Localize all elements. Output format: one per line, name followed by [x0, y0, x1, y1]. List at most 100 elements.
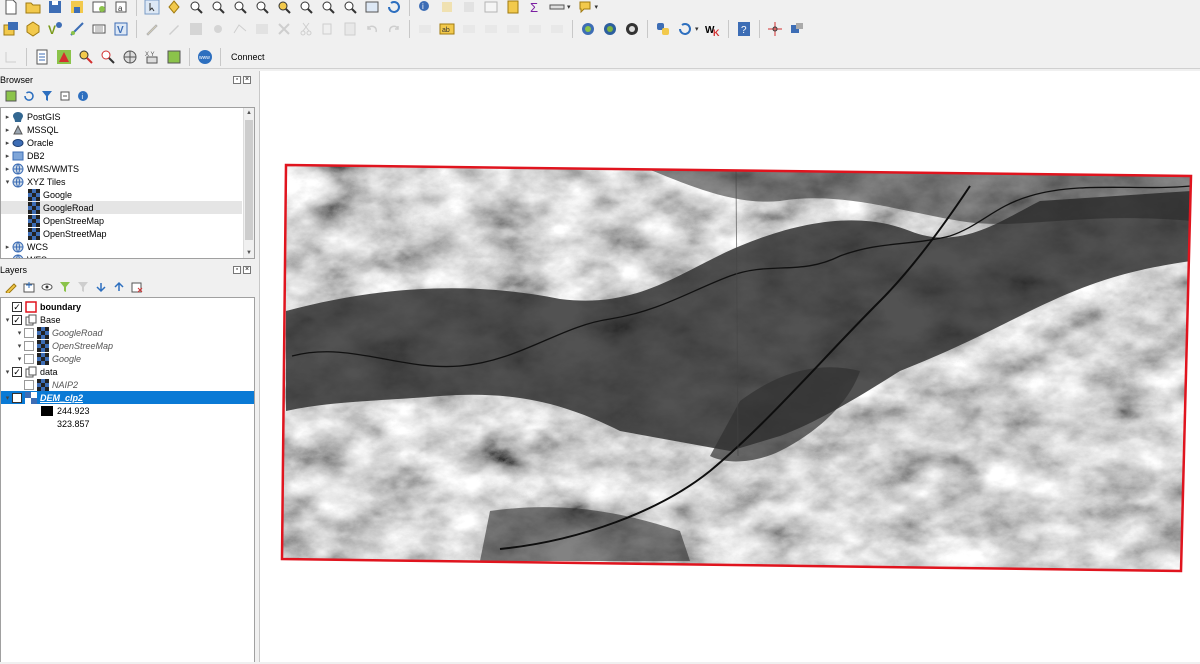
browser-item[interactable]: ▸ Oracle: [1, 136, 242, 149]
zoom-selection-icon[interactable]: [275, 0, 293, 16]
layer-visibility-checkbox[interactable]: ✓: [12, 392, 22, 403]
redo-icon[interactable]: [385, 20, 403, 38]
expand-arrow-icon[interactable]: ▸: [3, 139, 12, 147]
pan-to-selection-icon[interactable]: [165, 0, 183, 16]
new-geopackage-icon[interactable]: [24, 20, 42, 38]
browser-item[interactable]: ▸ PostGIS: [1, 110, 242, 123]
zoom-out-icon[interactable]: [209, 0, 227, 16]
coordinate-capture-icon[interactable]: [788, 20, 806, 38]
pan-map-icon[interactable]: [143, 0, 161, 16]
expand-all-icon[interactable]: [94, 280, 108, 294]
layer-item[interactable]: ▾ GoogleRoad: [1, 326, 254, 339]
filter-icon[interactable]: [40, 89, 54, 103]
map-canvas[interactable]: [259, 71, 1200, 662]
open-project-icon[interactable]: [24, 0, 42, 16]
expand-arrow-icon[interactable]: ▸: [3, 165, 12, 173]
undo-icon[interactable]: [363, 20, 381, 38]
add-vector-layer-icon[interactable]: [55, 48, 73, 66]
layout-manager-icon[interactable]: a: [112, 0, 130, 16]
deselect-icon[interactable]: [460, 0, 478, 16]
select-features-icon[interactable]: [438, 0, 456, 16]
layer-item[interactable]: NAIP2: [1, 378, 254, 391]
layer-item[interactable]: ▾ ✓ DEM_clp2: [1, 391, 254, 404]
browser-item[interactable]: OpenStreetMap: [1, 227, 242, 240]
expand-arrow-icon[interactable]: ▸: [3, 256, 12, 259]
browser-item[interactable]: ▸ WFS: [1, 253, 242, 259]
xy-tool-icon[interactable]: X Y: [143, 48, 161, 66]
connect-button[interactable]: Connect: [231, 52, 265, 62]
measure-icon[interactable]: [548, 0, 566, 16]
web-search-icon[interactable]: [601, 20, 619, 38]
close-panel-icon[interactable]: ×: [243, 76, 251, 84]
zoom-layer-icon[interactable]: [297, 0, 315, 16]
layer-visibility-checkbox[interactable]: ✓: [12, 301, 22, 312]
highlight-labels-icon[interactable]: [482, 20, 500, 38]
delete-selected-icon[interactable]: [275, 20, 293, 38]
refresh-icon[interactable]: [385, 0, 403, 16]
field-calculator-icon[interactable]: [504, 0, 522, 16]
paste-features-icon[interactable]: [341, 20, 359, 38]
move-label-icon[interactable]: [504, 20, 522, 38]
copy-features-icon[interactable]: [319, 20, 337, 38]
refresh-icon[interactable]: [22, 89, 36, 103]
expand-arrow-icon[interactable]: ▸: [3, 152, 12, 160]
attribute-table-icon[interactable]: [482, 0, 500, 16]
temporary-layer-icon[interactable]: V: [112, 20, 130, 38]
metasearch-icon[interactable]: [579, 20, 597, 38]
digitize-shape-icon[interactable]: [2, 48, 20, 66]
browser-item[interactable]: ▸ WMS/WMTS: [1, 162, 242, 175]
map-tips-icon[interactable]: [576, 0, 594, 16]
add-selected-layers-icon[interactable]: [4, 89, 18, 103]
float-panel-icon[interactable]: ▫: [233, 266, 241, 274]
browser-item[interactable]: ▾ XYZ Tiles: [1, 175, 242, 188]
zoom-next-icon[interactable]: [341, 0, 359, 16]
filter-expression-icon[interactable]: [76, 280, 90, 294]
style-manager-icon[interactable]: [4, 280, 18, 294]
layer-visibility-checkbox[interactable]: ✓: [12, 314, 22, 325]
rotate-label-icon[interactable]: [526, 20, 544, 38]
browser-item[interactable]: ▸ DB2: [1, 149, 242, 162]
layer-labeling-icon[interactable]: ab: [438, 20, 456, 38]
expand-arrow-icon[interactable]: ▾: [15, 329, 24, 337]
zoom-native-icon[interactable]: [231, 0, 249, 16]
identify-icon[interactable]: i: [416, 0, 434, 16]
layer-item[interactable]: ▾ ✓ Base: [1, 313, 254, 326]
save-edits-icon[interactable]: [187, 20, 205, 38]
globe-tool-icon[interactable]: [121, 48, 139, 66]
manage-visibility-icon[interactable]: [40, 280, 54, 294]
expand-arrow-icon[interactable]: ▾: [3, 316, 12, 324]
data-source-manager-icon[interactable]: [2, 20, 20, 38]
modify-attributes-icon[interactable]: [253, 20, 271, 38]
change-label-icon[interactable]: [548, 20, 566, 38]
dem-raster-map[interactable]: [260, 71, 1200, 662]
print-layout-icon[interactable]: [90, 0, 108, 16]
layer-item[interactable]: ✓ boundary: [1, 300, 254, 313]
save-project-icon[interactable]: [46, 0, 64, 16]
toggle-editing-icon[interactable]: [143, 20, 161, 38]
add-group-icon[interactable]: [22, 280, 36, 294]
browser-item[interactable]: ▸ MSSQL: [1, 123, 242, 136]
python-console-icon[interactable]: [654, 20, 672, 38]
collapse-all-icon[interactable]: [58, 89, 72, 103]
add-feature-icon[interactable]: [209, 20, 227, 38]
expand-arrow-icon[interactable]: ▾: [3, 178, 12, 186]
zoom-last-icon[interactable]: [319, 0, 337, 16]
zoom-in-icon[interactable]: [187, 0, 205, 16]
float-panel-icon[interactable]: ▫: [233, 76, 241, 84]
save-as-icon[interactable]: [68, 0, 86, 16]
remove-layer-icon[interactable]: [130, 280, 144, 294]
georeferencer-icon[interactable]: [165, 48, 183, 66]
expand-arrow-icon[interactable]: ▾: [3, 394, 12, 402]
quickwkt-icon[interactable]: WK: [704, 20, 722, 38]
digitize-icon[interactable]: [68, 20, 86, 38]
browser-item[interactable]: GoogleRoad: [1, 201, 242, 214]
layer-item[interactable]: ▾ OpenStreeMap: [1, 339, 254, 352]
www-icon[interactable]: www: [196, 48, 214, 66]
browser-scrollbar[interactable]: ▲ ▼: [243, 108, 254, 258]
zoom-tool-icon[interactable]: [77, 48, 95, 66]
help-icon[interactable]: ?: [735, 20, 753, 38]
properties-icon[interactable]: i: [76, 89, 90, 103]
zoom-full-icon[interactable]: [253, 0, 271, 16]
close-panel-icon[interactable]: ×: [243, 266, 251, 274]
browser-item[interactable]: ▸ WCS: [1, 240, 242, 253]
